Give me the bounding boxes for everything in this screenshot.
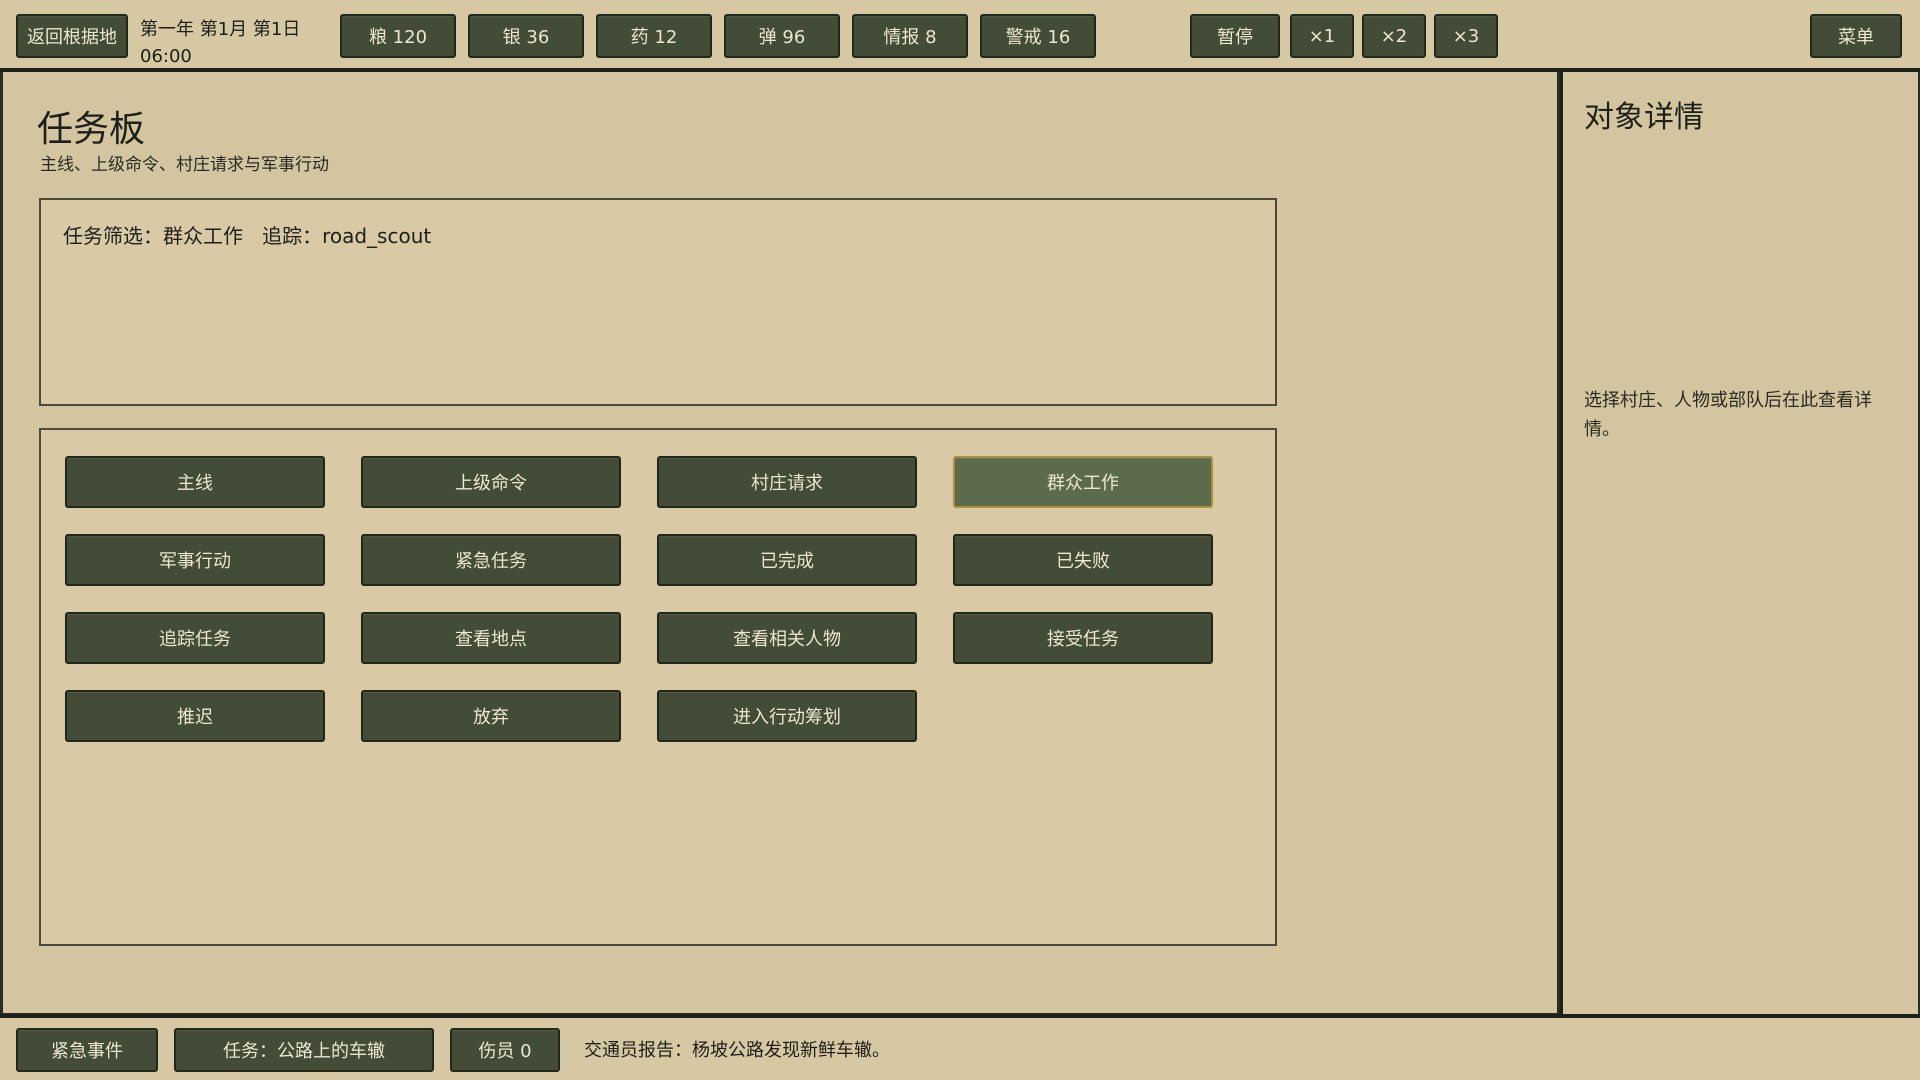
filter-completed-button[interactable]: 已完成 xyxy=(657,534,917,586)
page-subtitle: 主线、上级命令、村庄请求与军事行动 xyxy=(40,155,329,175)
object-detail-panel: 对象详情 选择村庄、人物或部队后在此查看详情。 xyxy=(1560,72,1920,1016)
view-related-people-button[interactable]: 查看相关人物 xyxy=(657,612,917,664)
pause-button[interactable]: 暂停 xyxy=(1190,14,1280,58)
current-task-button[interactable]: 任务：公路上的车辙 xyxy=(174,1028,434,1072)
game-date-time: 第一年 第1月 第1日 06:00 xyxy=(140,16,300,70)
speed-2x-button[interactable]: ×2 xyxy=(1362,14,1426,58)
filter-urgent-tasks-button[interactable]: 紧急任务 xyxy=(361,534,621,586)
enter-action-planning-button[interactable]: 进入行动筹划 xyxy=(657,690,917,742)
bottom-bar: 紧急事件 任务：公路上的车辙 伤员 0 交通员报告：杨坡公路发现新鲜车辙。 xyxy=(0,1014,1920,1080)
resource-silver[interactable]: 银 36 xyxy=(468,14,584,58)
resource-medicine[interactable]: 药 12 xyxy=(596,14,712,58)
filter-superior-orders-button[interactable]: 上级命令 xyxy=(361,456,621,508)
postpone-button[interactable]: 推迟 xyxy=(65,690,325,742)
status-report: 交通员报告：杨坡公路发现新鲜车辙。 xyxy=(584,1040,890,1061)
casualties-button[interactable]: 伤员 0 xyxy=(450,1028,560,1072)
menu-button[interactable]: 菜单 xyxy=(1810,14,1902,58)
return-base-button[interactable]: 返回根据地 xyxy=(16,14,128,58)
task-filter-status: 任务筛选：群众工作 追踪：road_scout xyxy=(63,224,432,248)
detail-hint: 选择村庄、人物或部队后在此查看详情。 xyxy=(1584,390,1872,440)
emergency-events-button[interactable]: 紧急事件 xyxy=(16,1028,158,1072)
filter-main-quest-button[interactable]: 主线 xyxy=(65,456,325,508)
abandon-button[interactable]: 放弃 xyxy=(361,690,621,742)
speed-1x-button[interactable]: ×1 xyxy=(1290,14,1354,58)
resource-intel[interactable]: 情报 8 xyxy=(852,14,968,58)
resource-alert[interactable]: 警戒 16 xyxy=(980,14,1096,58)
resource-grain[interactable]: 粮 120 xyxy=(340,14,456,58)
game-date: 第一年 第1月 第1日 xyxy=(140,19,301,40)
task-info-box: 任务筛选：群众工作 追踪：road_scout xyxy=(39,198,1277,406)
track-task-button[interactable]: 追踪任务 xyxy=(65,612,325,664)
task-action-panel: 主线 上级命令 村庄请求 群众工作 军事行动 紧急任务 已完成 已失败 追踪任务… xyxy=(39,428,1277,946)
filter-village-requests-button[interactable]: 村庄请求 xyxy=(657,456,917,508)
detail-title: 对象详情 xyxy=(1584,100,1704,135)
filter-failed-button[interactable]: 已失败 xyxy=(953,534,1213,586)
speed-3x-button[interactable]: ×3 xyxy=(1434,14,1498,58)
resource-ammo[interactable]: 弹 96 xyxy=(724,14,840,58)
top-bar: 返回根据地 第一年 第1月 第1日 06:00 粮 120 银 36 药 12 … xyxy=(0,0,1920,72)
filter-mass-work-button[interactable]: 群众工作 xyxy=(953,456,1213,508)
filter-military-action-button[interactable]: 军事行动 xyxy=(65,534,325,586)
accept-task-button[interactable]: 接受任务 xyxy=(953,612,1213,664)
view-location-button[interactable]: 查看地点 xyxy=(361,612,621,664)
task-board-panel: 任务板 主线、上级命令、村庄请求与军事行动 任务筛选：群众工作 追踪：road_… xyxy=(0,72,1560,1016)
game-time: 06:00 xyxy=(140,46,192,67)
page-title: 任务板 xyxy=(37,109,146,150)
